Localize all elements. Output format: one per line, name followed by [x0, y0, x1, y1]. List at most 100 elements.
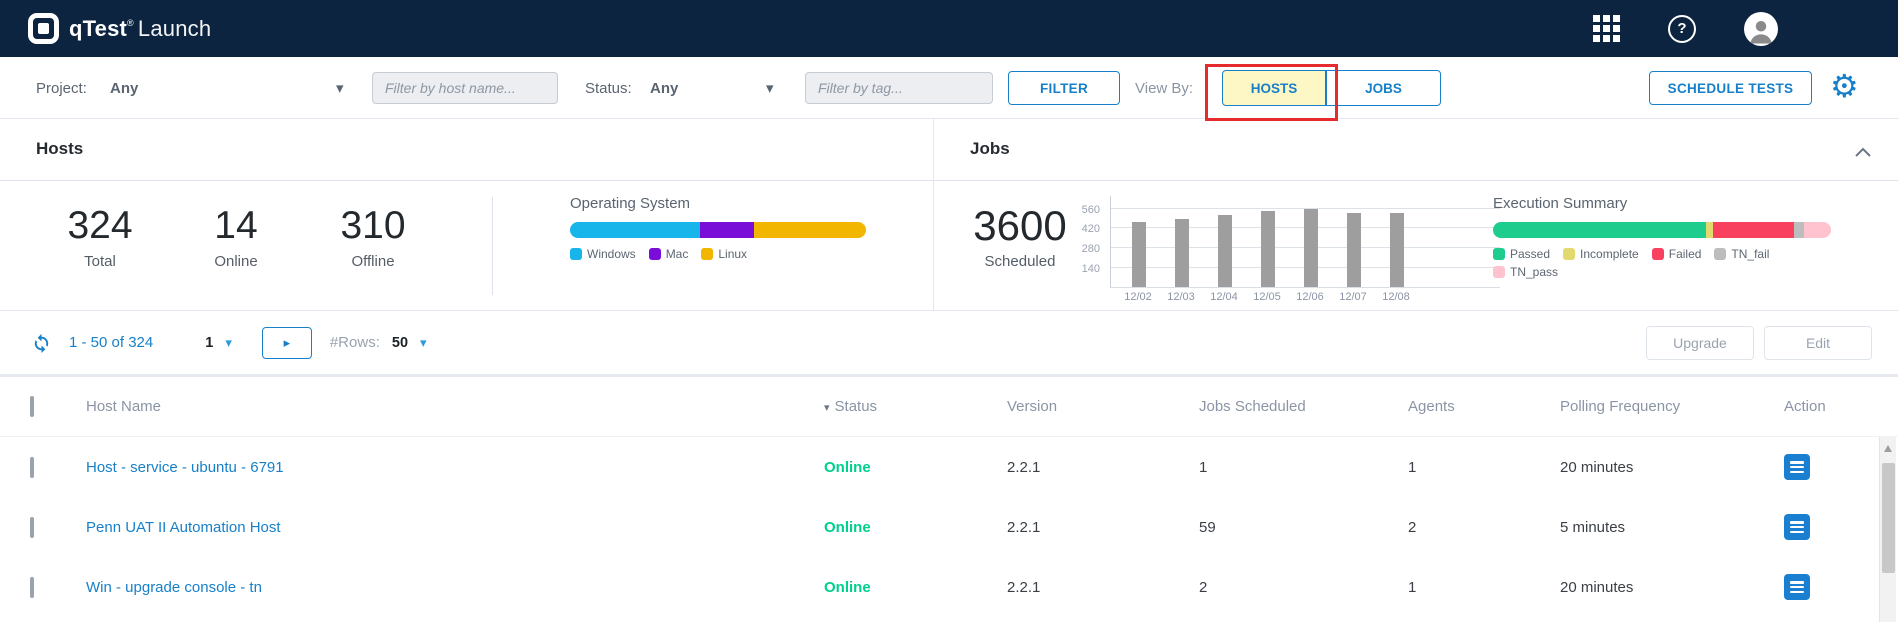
scrollbar-up-arrow-icon[interactable]	[1884, 445, 1892, 452]
column-status-label: Status	[835, 398, 878, 415]
project-label: Project:	[36, 57, 87, 119]
next-page-button[interactable]: ▸	[262, 327, 312, 359]
user-avatar[interactable]	[1744, 12, 1778, 46]
agents-cell: 2	[1408, 519, 1560, 536]
table-scrollbar[interactable]	[1879, 437, 1896, 622]
legend-swatch-icon	[1714, 248, 1726, 260]
pagination-range[interactable]: 1 - 50 of 324	[69, 334, 153, 351]
project-select-value[interactable]: Any	[110, 57, 138, 119]
status-label: Status:	[585, 57, 632, 119]
table-header: Host Name ▾ Status Version Jobs Scheduled…	[0, 374, 1898, 437]
filter-toolbar: Project: Any ▾ Status: Any ▾ FILTER View…	[0, 57, 1898, 119]
legend-item-linux: Linux	[701, 247, 747, 261]
stat-offline-label: Offline	[308, 253, 438, 270]
row-checkbox[interactable]	[30, 577, 34, 598]
jobs-x-label: 12/07	[1333, 291, 1373, 303]
version-cell: 2.2.1	[1007, 459, 1199, 476]
jobs-x-label: 12/06	[1290, 291, 1330, 303]
qtest-logo-icon	[28, 13, 59, 44]
column-agents[interactable]: Agents	[1408, 398, 1560, 415]
hosts-table: Host Name ▾ Status Version Jobs Scheduled…	[0, 374, 1898, 617]
host-name-link[interactable]: Penn UAT II Automation Host	[86, 519, 281, 536]
page-number-select[interactable]: 1	[205, 335, 213, 351]
os-stacked-bar	[570, 222, 866, 238]
view-by-hosts-button[interactable]: HOSTS	[1222, 70, 1326, 106]
row-checkbox[interactable]	[30, 457, 34, 478]
stats-divider	[492, 197, 493, 295]
stat-online: 14 Online	[171, 203, 301, 270]
row-checkbox[interactable]	[30, 517, 34, 538]
view-by-label: View By:	[1135, 57, 1193, 119]
jobs-x-label: 12/04	[1204, 291, 1244, 303]
schedule-tests-button[interactable]: SCHEDULE TESTS	[1649, 71, 1812, 105]
segment-linux	[754, 222, 866, 238]
status-badge: Online	[824, 519, 871, 536]
legend-item-mac: Mac	[649, 247, 689, 261]
host-name-link[interactable]: Host - service - ubuntu - 6791	[86, 459, 284, 476]
tag-filter-input[interactable]	[805, 72, 993, 104]
panel-divider	[933, 119, 934, 311]
column-action: Action	[1784, 398, 1874, 415]
execution-summary-title: Execution Summary	[1493, 195, 1627, 212]
apps-grid-icon[interactable]	[1593, 15, 1620, 42]
segment-tn_fail	[1794, 222, 1804, 238]
table-row: Win - upgrade console - tn Online 2.2.1 …	[0, 557, 1898, 617]
jobs-scheduled-cell: 2	[1199, 579, 1408, 596]
row-actions-menu-button[interactable]	[1784, 454, 1810, 480]
agents-cell: 1	[1408, 579, 1560, 596]
rows-caret-icon[interactable]: ▾	[420, 335, 427, 351]
legend-swatch-icon	[1563, 248, 1575, 260]
upgrade-button[interactable]: Upgrade	[1646, 326, 1754, 360]
column-jobs-scheduled[interactable]: Jobs Scheduled	[1199, 398, 1408, 415]
hamburger-menu-icon	[1790, 521, 1804, 533]
qtest-launch-app: qTest®Launch ? Project: Any ▾ Status: An…	[0, 0, 1898, 622]
edit-button[interactable]: Edit	[1764, 326, 1872, 360]
view-by-jobs-button[interactable]: JOBS	[1326, 70, 1441, 106]
legend-swatch-icon	[1493, 248, 1505, 260]
top-navbar: qTest®Launch ?	[0, 0, 1898, 57]
row-actions-menu-button[interactable]	[1784, 514, 1810, 540]
status-caret-icon[interactable]: ▾	[766, 57, 774, 119]
scrollbar-thumb[interactable]	[1882, 463, 1895, 573]
agents-cell: 1	[1408, 459, 1560, 476]
hamburger-menu-icon	[1790, 461, 1804, 473]
jobs-section-title: Jobs	[970, 139, 1010, 159]
polling-frequency-cell: 5 minutes	[1560, 519, 1784, 536]
column-host-name[interactable]: Host Name	[86, 398, 824, 415]
legend-item-tn_pass: TN_pass	[1493, 265, 1558, 279]
rows-per-page-select[interactable]: 50	[392, 335, 408, 351]
page-caret-icon[interactable]: ▾	[225, 335, 232, 351]
jobs-bar-chart	[1110, 196, 1500, 288]
brand-qtest: qTest	[69, 16, 127, 41]
polling-frequency-cell: 20 minutes	[1560, 459, 1784, 476]
host-name-link[interactable]: Win - upgrade console - tn	[86, 579, 262, 596]
select-all-checkbox[interactable]	[30, 396, 34, 417]
collapse-chevron-icon[interactable]	[1854, 145, 1872, 163]
stat-total: 324 Total	[35, 203, 165, 270]
column-version[interactable]: Version	[1007, 398, 1199, 415]
summary-stats: 324 Total 14 Online 310 Offline Operatin…	[0, 181, 1898, 311]
filter-button[interactable]: FILTER	[1008, 71, 1120, 105]
navbar-icons: ?	[1593, 12, 1778, 46]
brand: qTest®Launch	[28, 13, 211, 44]
jobs-bar-12/06	[1304, 209, 1318, 287]
sort-caret-icon: ▾	[824, 402, 830, 414]
stat-online-value: 14	[171, 203, 301, 249]
hosts-section-title: Hosts	[36, 139, 83, 159]
project-caret-icon[interactable]: ▾	[336, 57, 344, 119]
legend-item-windows: Windows	[570, 247, 636, 261]
jobs-x-label: 12/05	[1247, 291, 1287, 303]
row-actions-menu-button[interactable]	[1784, 574, 1810, 600]
host-name-filter-input[interactable]	[372, 72, 558, 104]
column-status[interactable]: ▾ Status	[824, 398, 1007, 415]
settings-gear-icon[interactable]: ⚙	[1830, 67, 1859, 105]
help-icon[interactable]: ?	[1668, 15, 1696, 43]
stat-total-label: Total	[35, 253, 165, 270]
refresh-icon[interactable]	[30, 331, 53, 354]
legend-swatch-icon	[570, 248, 582, 260]
stat-offline: 310 Offline	[308, 203, 438, 270]
pagination-bar: 1 - 50 of 324 1 ▾ ▸ #Rows: 50 ▾ Upgrade …	[0, 311, 1898, 374]
column-polling-frequency[interactable]: Polling Frequency	[1560, 398, 1784, 415]
segment-incomplete	[1706, 222, 1713, 238]
status-select-value[interactable]: Any	[650, 57, 678, 119]
